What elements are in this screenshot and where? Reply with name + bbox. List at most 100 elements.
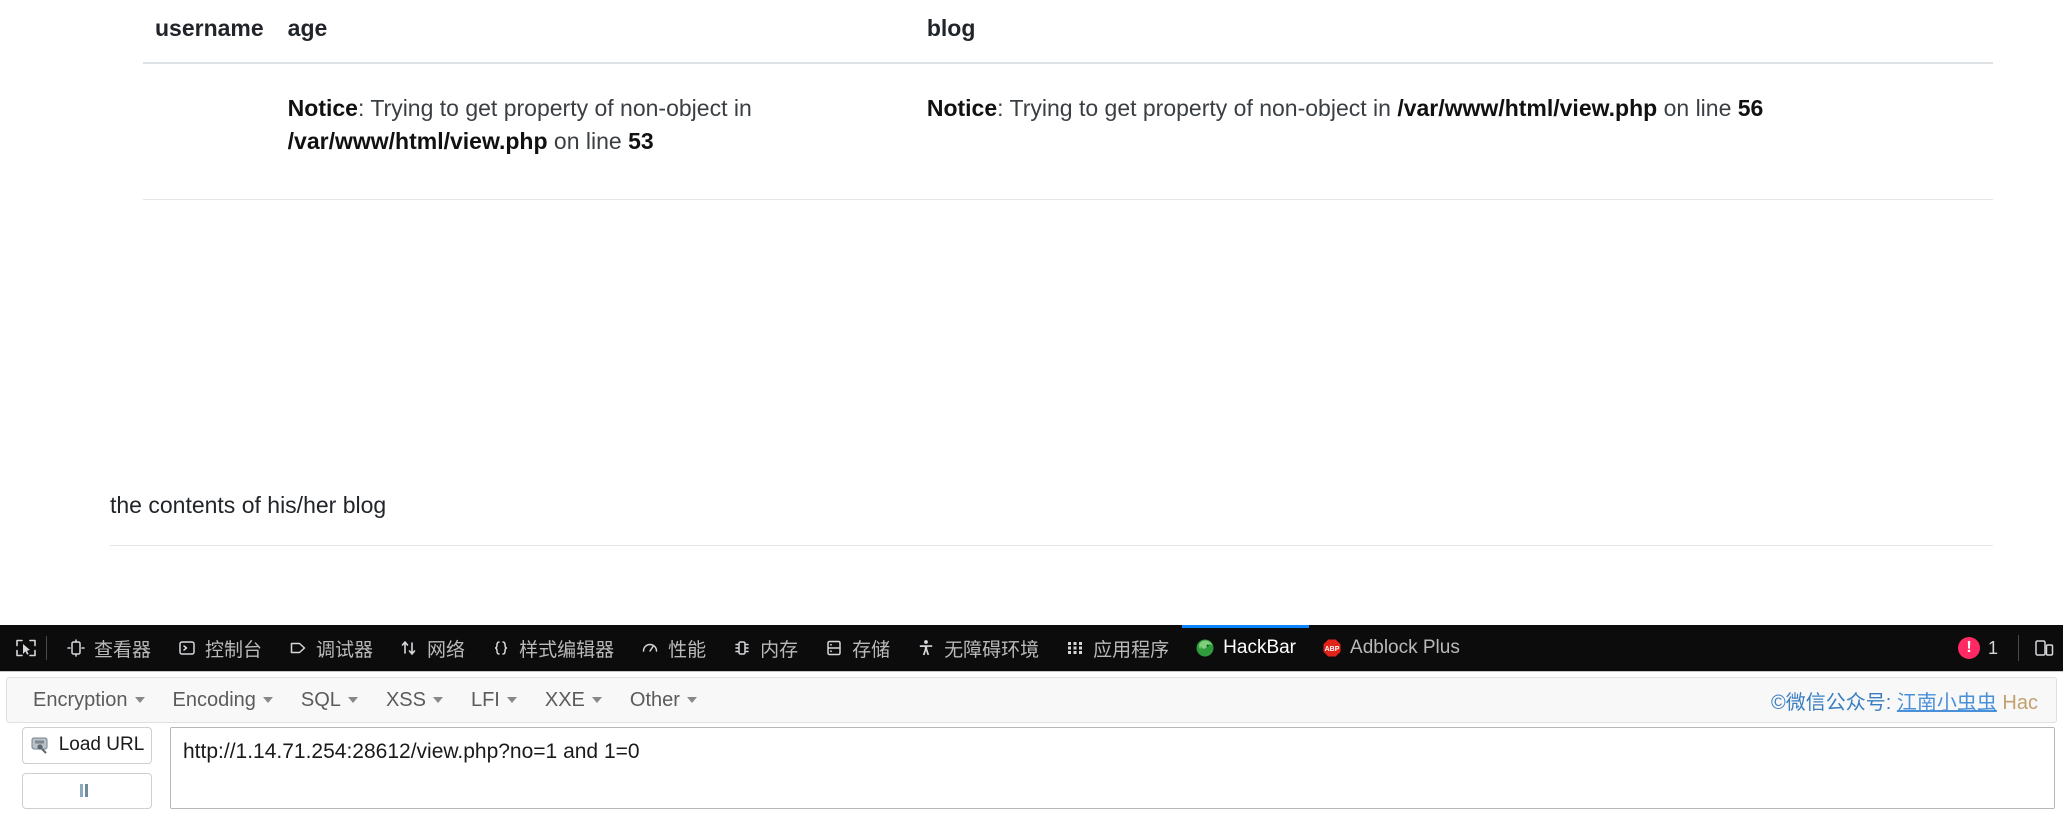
hackbar-body: Load URL [0, 727, 2063, 809]
notice-text-blog-1: Trying to get property of non-object in [1009, 94, 1398, 121]
tab-label: 调试器 [316, 639, 374, 661]
adblock-plus-icon: ABP [1322, 638, 1342, 658]
chevron-down-icon [262, 697, 273, 703]
notice-path-age: /var/www/html/view.php [287, 128, 548, 155]
error-count-badge[interactable]: ! 1 [1948, 637, 2008, 659]
menu-encoding[interactable]: Encoding [159, 689, 287, 712]
inspector-icon [66, 638, 86, 658]
responsive-design-mode-icon[interactable] [2029, 625, 2059, 671]
accessibility-icon [916, 638, 936, 658]
tab-console[interactable]: 控制台 [164, 625, 275, 671]
toolbar-separator [46, 636, 47, 660]
menu-encryption[interactable]: Encryption [19, 689, 159, 712]
tab-label: 无障碍环境 [944, 639, 1040, 661]
menu-xxe[interactable]: XXE [531, 689, 616, 712]
hackbar-panel: Encryption Encoding SQL XSS LFI XXE Othe… [0, 671, 2063, 809]
chevron-down-icon [506, 697, 517, 703]
performance-icon [640, 638, 660, 658]
notice-label-age: Notice [287, 94, 358, 121]
hackbar-url-wrap [170, 727, 2063, 809]
cell-age-notice: Notice: Trying to get property of non-ob… [275, 62, 915, 200]
error-count: 1 [1987, 637, 1998, 658]
page-divider [110, 545, 1993, 546]
notice-sep-blog: : [997, 94, 1010, 121]
menu-lfi[interactable]: LFI [457, 689, 531, 712]
column-header-username: username [143, 0, 276, 64]
table-head: username age blog [143, 0, 1993, 64]
load-url-icon [30, 736, 52, 754]
notice-label-blog: Notice [926, 94, 998, 121]
query-result-table: username age blog Notice: Trying to get … [143, 0, 1993, 200]
tab-label: 样式编辑器 [519, 639, 615, 661]
tab-performance[interactable]: 性能 [627, 625, 719, 671]
hackbar-button-column: Load URL [0, 727, 170, 809]
chevron-down-icon [591, 697, 602, 703]
tab-label: Adblock Plus [1350, 637, 1460, 658]
menu-sql[interactable]: SQL [287, 689, 372, 712]
split-url-button[interactable] [22, 772, 152, 809]
cell-username [143, 62, 276, 200]
memory-icon [732, 638, 752, 658]
notice-text-blog-2: on line [1657, 94, 1738, 121]
table-header-row: username age blog [143, 0, 1993, 64]
application-icon [1065, 638, 1085, 658]
menu-label: Encryption [33, 688, 128, 711]
tab-application[interactable]: 应用程序 [1052, 625, 1182, 671]
tab-network[interactable]: 网络 [386, 625, 478, 671]
tab-label: 内存 [760, 639, 799, 661]
notice-sep-age: : [357, 94, 371, 121]
blog-contents-text: the contents of his/her blog [110, 492, 387, 518]
chevron-down-icon [432, 697, 443, 703]
tab-memory[interactable]: 内存 [719, 625, 811, 671]
menu-other[interactable]: Other [616, 689, 711, 712]
credit-link[interactable]: 江南小虫虫 [1897, 692, 1997, 714]
menu-label: XSS [385, 688, 426, 711]
column-header-age: age [275, 0, 915, 64]
menu-label: Encoding [172, 688, 256, 711]
console-icon [177, 638, 197, 658]
element-picker-icon[interactable] [0, 625, 44, 671]
tab-label: 应用程序 [1093, 639, 1170, 661]
tab-hackbar[interactable]: HackBar [1182, 625, 1309, 671]
devtools-toolbar-right: ! 1 [1948, 625, 2063, 671]
tab-style-editor[interactable]: 样式编辑器 [478, 625, 627, 671]
tab-label: 控制台 [205, 639, 263, 661]
notice-line-age: 53 [628, 128, 654, 155]
url-input[interactable] [170, 727, 2055, 809]
error-icon: ! [1957, 637, 1980, 659]
network-icon [399, 638, 419, 658]
load-url-label: Load URL [58, 734, 145, 756]
tab-label: 性能 [668, 639, 707, 661]
table-row: Notice: Trying to get property of non-ob… [143, 62, 1993, 200]
chevron-down-icon [134, 697, 145, 703]
split-url-icon [73, 782, 95, 800]
column-header-blog: blog [914, 0, 1993, 64]
menu-xss[interactable]: XSS [372, 689, 457, 712]
tab-label: 存储 [852, 639, 891, 661]
hackbar-menubar: Encryption Encoding SQL XSS LFI XXE Othe… [6, 677, 2057, 723]
notice-text-age-1: Trying to get property of non-object in [370, 94, 752, 121]
devtools-toolbar: 查看器 控制台 调试器 网络 样式编辑器 性能 内存 存储 无障碍环境 应用程序… [0, 625, 2063, 671]
tab-accessibility[interactable]: 无障碍环境 [903, 625, 1052, 671]
notice-path-blog: /var/www/html/view.php [1397, 94, 1658, 121]
tab-label: HackBar [1223, 637, 1297, 658]
menu-label: XXE [544, 688, 585, 711]
tab-label: 查看器 [94, 639, 152, 661]
tab-debugger[interactable]: 调试器 [275, 625, 386, 671]
menu-label: Other [629, 688, 680, 711]
browser-page-content: username age blog Notice: Trying to get … [0, 0, 2063, 625]
credit-suffix: Hac [1996, 691, 2038, 714]
debugger-icon [288, 638, 308, 658]
tab-adblock-plus[interactable]: ABP Adblock Plus [1309, 625, 1473, 671]
menu-label: SQL [300, 688, 341, 711]
load-url-button[interactable]: Load URL [22, 727, 152, 764]
tab-inspector[interactable]: 查看器 [53, 625, 164, 671]
cell-blog-notice: Notice: Trying to get property of non-ob… [914, 62, 1993, 200]
credit-prefix: ©微信公众号: [1771, 691, 1897, 714]
storage-icon [824, 638, 844, 658]
toolbar-separator-right [2018, 635, 2019, 661]
tab-label: 网络 [427, 639, 466, 661]
menu-label: LFI [470, 688, 500, 711]
tab-storage[interactable]: 存储 [811, 625, 903, 671]
hackbar-credit: ©微信公众号: 江南小虫虫 Hac [1771, 686, 2044, 715]
